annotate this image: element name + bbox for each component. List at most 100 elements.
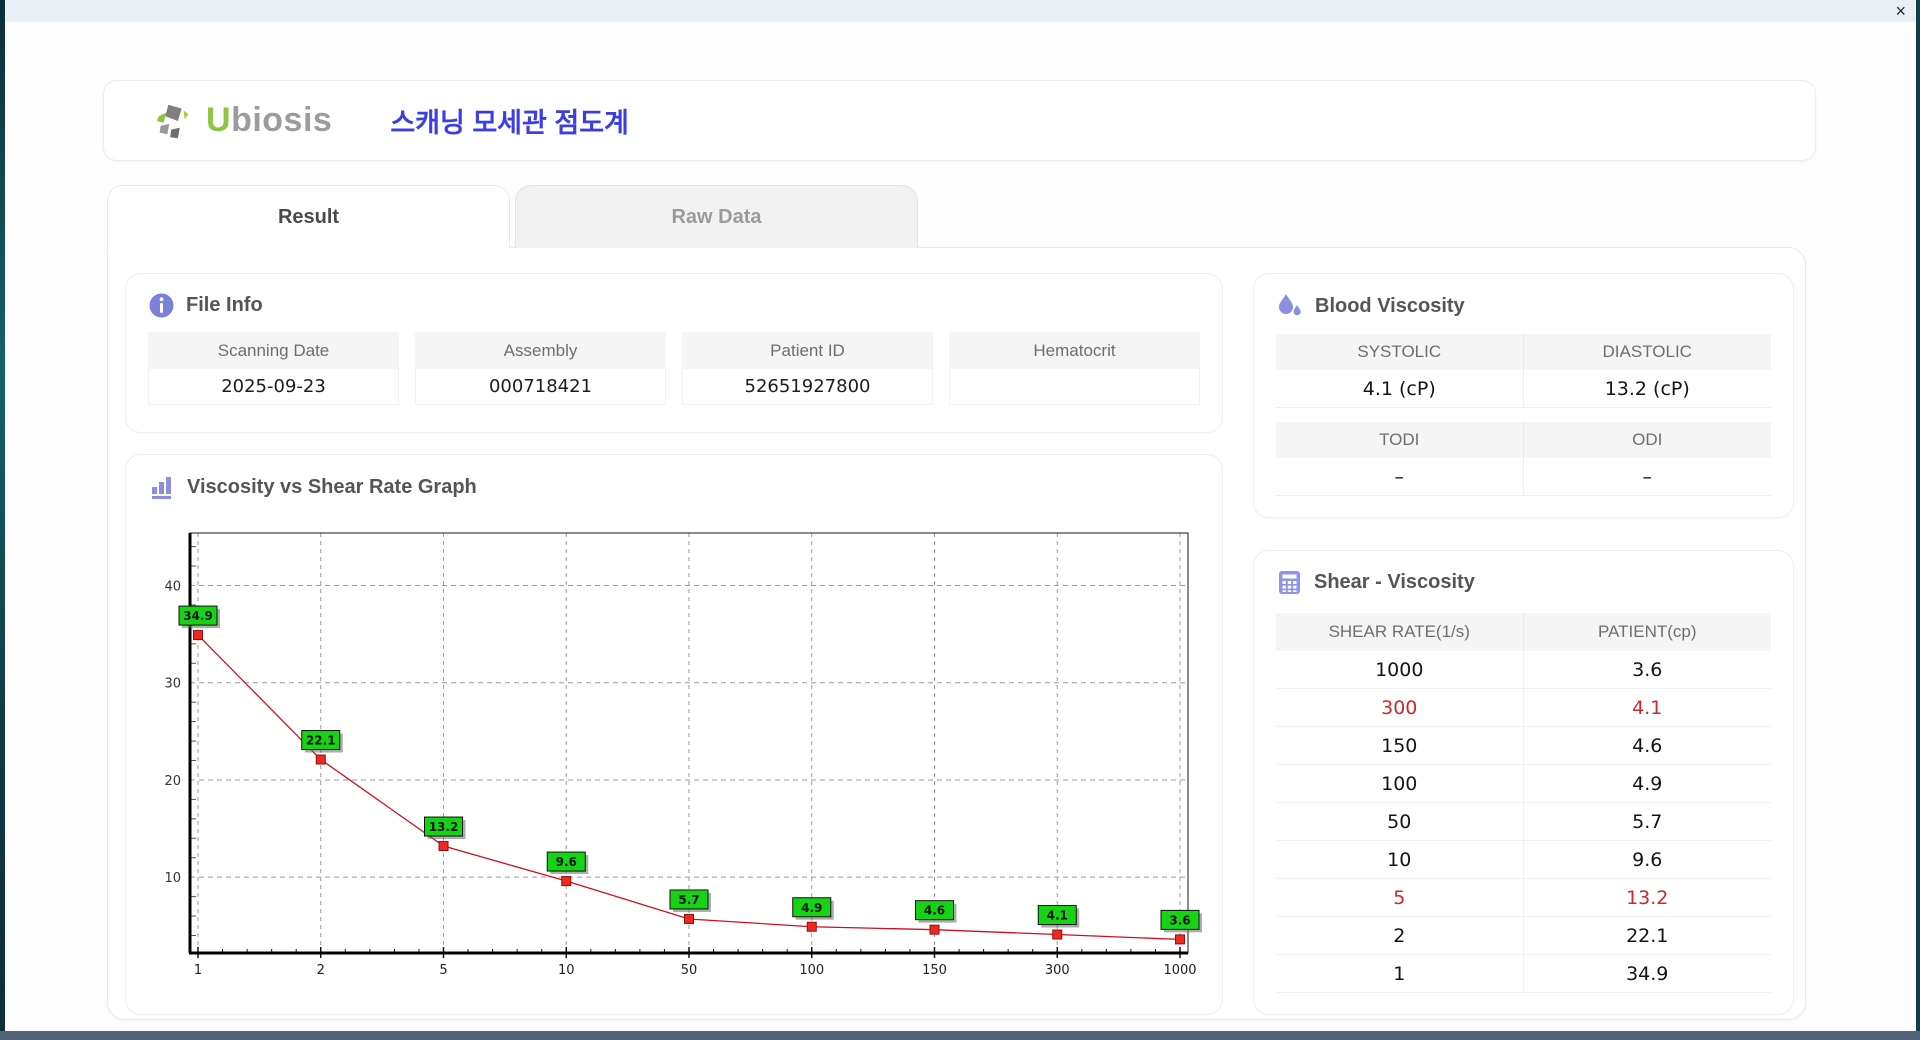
svg-text:5.7: 5.7 xyxy=(678,893,699,907)
svg-text:13.2: 13.2 xyxy=(429,820,459,834)
patient-cell: 13.2 xyxy=(1523,879,1771,917)
bv-header-odi: ODI xyxy=(1523,422,1771,458)
file-info-field: Hematocrit xyxy=(949,332,1200,405)
info-icon xyxy=(149,293,174,318)
bottom-edge-decoration xyxy=(0,1031,1920,1040)
table-row: 1 34.9 xyxy=(1276,955,1771,993)
app-title-korean: 스캐닝 모세관 점도계 xyxy=(390,108,629,138)
patient-cell: 4.6 xyxy=(1523,727,1771,765)
brand-rest: biosis xyxy=(231,101,333,139)
svg-text:4.6: 4.6 xyxy=(924,904,945,918)
table-row: 2 22.1 xyxy=(1276,917,1771,955)
close-icon[interactable]: × xyxy=(1895,1,1906,21)
brand-letter-u: U xyxy=(206,101,232,139)
svg-text:4.9: 4.9 xyxy=(801,901,822,915)
field-label: Hematocrit xyxy=(949,332,1200,369)
shear-rate-cell: 1 xyxy=(1276,955,1524,993)
svg-text:30: 30 xyxy=(164,677,181,692)
svg-text:10: 10 xyxy=(164,871,181,886)
shear-rate-cell: 1000 xyxy=(1276,651,1524,689)
svg-text:22.1: 22.1 xyxy=(306,734,336,748)
table-row: 1000 3.6 xyxy=(1276,651,1771,689)
tab-bar: Result Raw Data xyxy=(107,185,918,248)
table-row: 5 13.2 xyxy=(1276,879,1771,917)
shear-rate-cell: 10 xyxy=(1276,841,1524,879)
ubiosis-logo: Ubiosis xyxy=(152,98,332,144)
shear-viscosity-title: Shear - Viscosity xyxy=(1276,569,1475,596)
graph-panel: Viscosity vs Shear Rate Graph 10 20 30 40 1 2… xyxy=(125,454,1223,1015)
droplets-icon xyxy=(1279,294,1301,316)
field-value xyxy=(949,369,1200,405)
svg-text:100: 100 xyxy=(799,963,824,978)
patient-cell: 4.9 xyxy=(1523,765,1771,803)
shear-viscosity-panel: Shear - Viscosity SHEAR RATE(1/s) PATIEN… xyxy=(1253,550,1794,1015)
shear-rate-cell: 50 xyxy=(1276,803,1524,841)
file-info-grid: Scanning Date 2025-09-23 Assembly 000718421… xyxy=(148,332,1200,405)
bv-value-row-2: – – xyxy=(1276,458,1771,496)
table-row: 50 5.7 xyxy=(1276,803,1771,841)
shear-table-body: 1000 3.6 300 4.1 150 4.6 100 4.9 50 5.7 10 9.6 5 13.2… xyxy=(1276,651,1771,993)
field-label: Scanning Date xyxy=(148,332,399,369)
panel-title-text: Shear - Viscosity xyxy=(1314,571,1475,593)
patient-cell: 9.6 xyxy=(1523,841,1771,879)
tab-result[interactable]: Result xyxy=(107,185,510,248)
svg-text:2: 2 xyxy=(317,963,325,978)
bv-header-systolic: SYSTOLIC xyxy=(1276,334,1524,370)
bv-value-todi: – xyxy=(1276,458,1524,496)
svg-text:300: 300 xyxy=(1045,963,1070,978)
right-edge-decoration xyxy=(1916,0,1920,1040)
app-window: × Ubiosis 스캐닝 모세관 점도계 Result Raw Data Fi… xyxy=(0,0,1920,1040)
bv-value-diastolic: 13.2 (cP) xyxy=(1523,370,1771,408)
shear-rate-header: SHEAR RATE(1/s) xyxy=(1276,613,1524,651)
table-row: 150 4.6 xyxy=(1276,727,1771,765)
svg-text:34.9: 34.9 xyxy=(183,609,213,623)
ubiosis-logo-icon xyxy=(156,104,189,138)
file-info-field: Assembly 000718421 xyxy=(415,332,666,405)
brand-text: Ubiosis xyxy=(206,101,332,140)
field-label: Assembly xyxy=(415,332,666,369)
shear-table-header: SHEAR RATE(1/s) PATIENT(cp) xyxy=(1276,613,1771,651)
patient-cell: 22.1 xyxy=(1523,917,1771,955)
field-label: Patient ID xyxy=(682,332,933,369)
patient-cell: 34.9 xyxy=(1523,955,1771,993)
shear-table: SHEAR RATE(1/s) PATIENT(cp) 1000 3.6 300 4.… xyxy=(1276,613,1771,993)
patient-header: PATIENT(cp) xyxy=(1523,613,1771,651)
table-row: 10 9.6 xyxy=(1276,841,1771,879)
shear-rate-cell: 2 xyxy=(1276,917,1524,955)
panel-title-text: File Info xyxy=(186,294,263,316)
svg-text:5: 5 xyxy=(439,963,447,978)
app-header: Ubiosis 스캐닝 모세관 점도계 xyxy=(103,80,1816,161)
svg-text:50: 50 xyxy=(681,963,698,978)
field-value: 52651927800 xyxy=(682,369,933,405)
window-title-bar: × xyxy=(0,0,1920,22)
bv-value-row-1: 4.1 (cP) 13.2 (cP) xyxy=(1276,370,1771,408)
table-calc-icon xyxy=(1279,571,1300,594)
table-row: 100 4.9 xyxy=(1276,765,1771,803)
bar-chart-icon xyxy=(152,477,171,499)
bv-header-diastolic: DIASTOLIC xyxy=(1523,334,1771,370)
patient-cell: 3.6 xyxy=(1523,651,1771,689)
shear-rate-cell: 300 xyxy=(1276,689,1524,727)
bv-header-row-2: TODI ODI xyxy=(1276,422,1771,458)
patient-cell: 4.1 xyxy=(1523,689,1771,727)
svg-text:4.1: 4.1 xyxy=(1047,909,1068,923)
shear-rate-cell: 5 xyxy=(1276,879,1524,917)
bv-value-systolic: 4.1 (cP) xyxy=(1276,370,1524,408)
bv-header-todi: TODI xyxy=(1276,422,1524,458)
panel-title-text: Viscosity vs Shear Rate Graph xyxy=(187,475,477,498)
svg-text:150: 150 xyxy=(922,963,947,978)
svg-text:40: 40 xyxy=(164,580,181,595)
svg-text:20: 20 xyxy=(164,774,181,789)
file-info-field: Patient ID 52651927800 xyxy=(682,332,933,405)
bv-header-row-1: SYSTOLIC DIASTOLIC xyxy=(1276,334,1771,370)
tab-raw-data[interactable]: Raw Data xyxy=(515,185,918,248)
blood-viscosity-title: Blood Viscosity xyxy=(1276,292,1465,320)
file-info-field: Scanning Date 2025-09-23 xyxy=(148,332,399,405)
graph-title: Viscosity vs Shear Rate Graph xyxy=(148,473,477,501)
field-value: 000718421 xyxy=(415,369,666,405)
left-edge-decoration xyxy=(0,0,5,1040)
patient-cell: 5.7 xyxy=(1523,803,1771,841)
svg-text:10: 10 xyxy=(558,963,575,978)
bv-value-odi: – xyxy=(1523,458,1771,496)
svg-text:1000: 1000 xyxy=(1163,963,1196,978)
